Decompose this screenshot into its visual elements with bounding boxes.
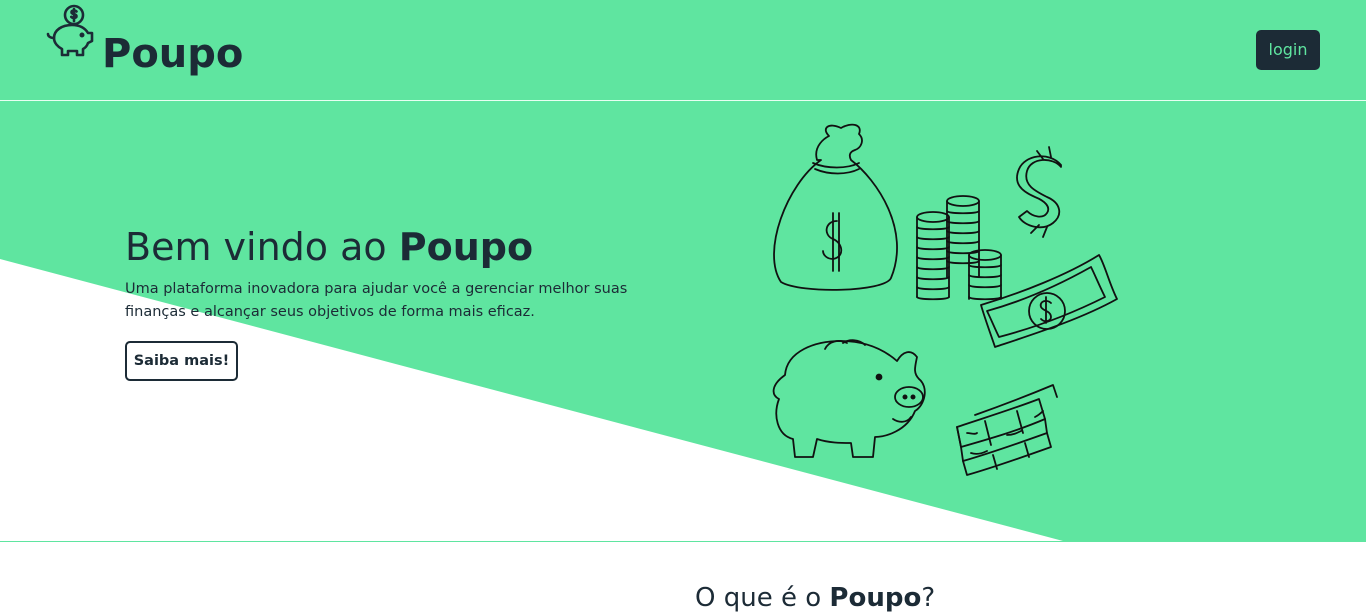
about-title-brand: Poupo: [829, 583, 922, 613]
top-navbar: Poupo login: [0, 0, 1366, 101]
login-button[interactable]: login: [1256, 30, 1320, 70]
cash-bundle-icon: [956, 384, 1058, 476]
piggy-bank-icon: [772, 339, 926, 458]
section-divider: [0, 541, 1366, 542]
coin-stack-icon: [916, 195, 1002, 301]
hero-section: Bem vindo ao Poupo Uma plataforma inovad…: [0, 101, 1366, 541]
brand-name: Poupo: [102, 31, 244, 77]
hero-title-brand: Poupo: [398, 225, 534, 269]
about-title-prefix: O que é o: [695, 583, 830, 613]
finance-illustration: [772, 123, 1118, 476]
dollar-sign-icon: [1016, 146, 1062, 238]
hero-title-prefix: Bem vindo ao: [125, 225, 399, 269]
about-title-suffix: ?: [921, 583, 936, 613]
hero-title: Bem vindo ao Poupo: [125, 223, 533, 271]
money-bag-icon: [773, 123, 898, 291]
piggy-bank-dollar-icon: [46, 4, 94, 57]
hero-description: Uma plataforma inovadora para ajudar voc…: [125, 281, 628, 320]
about-section-title: O que é o Poupo?: [695, 580, 935, 616]
saiba-mais-button[interactable]: Saiba mais!: [125, 341, 238, 381]
